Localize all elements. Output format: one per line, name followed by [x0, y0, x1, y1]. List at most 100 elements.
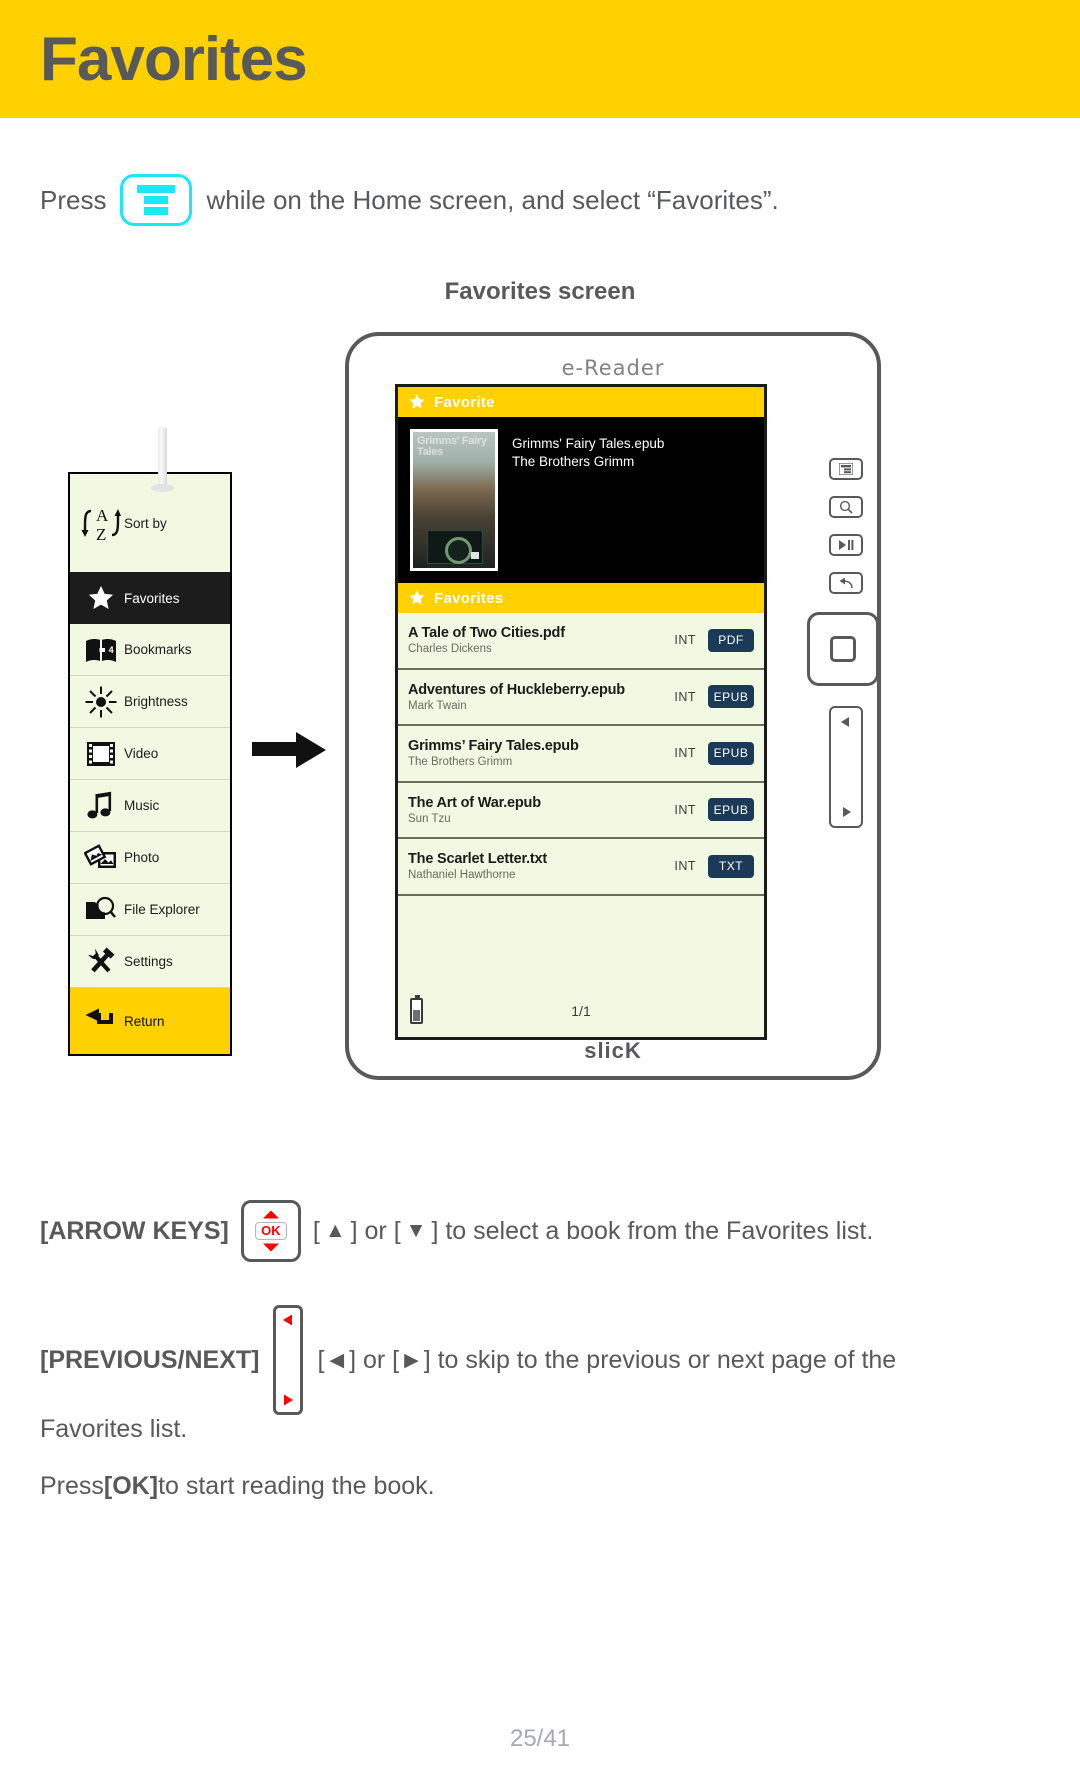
ok-key-label: OK	[255, 1222, 287, 1240]
sidebar-item-label: Bookmarks	[124, 642, 192, 657]
intro-text-before: Press	[40, 184, 107, 215]
format-badge: EPUB	[708, 798, 754, 822]
menu-key-bar-1	[137, 185, 176, 193]
book-title: Adventures of Huckleberry.epub	[408, 681, 625, 698]
ok-instruction: Press [OK] to start reading the book.	[40, 1472, 435, 1501]
sidebar-item-label: Settings	[124, 954, 173, 969]
sidebar-item-file-explorer[interactable]: File Explorer	[70, 884, 230, 936]
menu-key-icon	[120, 174, 193, 226]
format-badge: TXT	[708, 854, 754, 878]
table-row[interactable]: The Scarlet Letter.txt Nathaniel Hawthor…	[398, 839, 764, 896]
sidebar-item-label: Favorites	[124, 590, 180, 606]
format-badge: EPUB	[708, 685, 754, 709]
sidebar-item-label: Video	[124, 746, 159, 761]
book-author: The Brothers Grimm	[408, 756, 513, 769]
svg-text:A: A	[96, 506, 109, 525]
sidebar-item-video[interactable]: Video	[70, 728, 230, 780]
prev-next-instruction: [PREVIOUS/NEXT] [ ◀ ] or [ ▶ ] to skip t…	[40, 1305, 1050, 1444]
ok-instruction-after: to start reading the book.	[158, 1472, 435, 1500]
arrow-keys-text-2: ] or [	[350, 1216, 401, 1245]
book-title: The Art of War.epub	[408, 794, 541, 811]
menu-key-bar-3	[144, 207, 169, 215]
arrow-keys-text-1: [	[312, 1216, 320, 1245]
sidebar-item-brightness[interactable]: Brightness	[70, 676, 230, 728]
return-arrow-icon	[78, 1008, 124, 1034]
arrow-keys-instruction: [ARROW KEYS] OK [ ▲ ] or [ ▼ ] to select…	[40, 1200, 1040, 1262]
favorites-screen-caption: Favorites screen	[444, 278, 636, 305]
book-location: INT	[674, 859, 696, 874]
device-play-pause-button[interactable]	[829, 534, 863, 556]
flow-arrow-icon	[252, 728, 326, 777]
book-info: Grimms’ Fairy Tales.epub The Brothers Gr…	[408, 738, 674, 768]
up-arrow-glyph-icon: ▲	[324, 1219, 346, 1242]
sidebar-item-music[interactable]: Music	[70, 780, 230, 832]
sidebar-item-label: Music	[124, 798, 160, 813]
device-zoom-button[interactable]	[829, 496, 863, 518]
prev-next-text-1: [	[317, 1345, 325, 1374]
book-info: Adventures of Huckleberry.epub Mark Twai…	[408, 682, 674, 712]
book-info: The Art of War.epub Sun Tzu	[408, 795, 674, 825]
next-triangle-red-icon	[284, 1394, 294, 1406]
prev-next-text-2: ] or [	[349, 1345, 400, 1374]
device-prev-next-button[interactable]	[829, 706, 863, 828]
prev-arrow-glyph-icon: ◀	[329, 1349, 345, 1371]
page-footer: 25/41	[509, 1725, 571, 1752]
star-icon	[409, 394, 425, 409]
table-row[interactable]: A Tale of Two Cities.pdf Charles Dickens…	[398, 613, 764, 670]
book-cover: Grimms' Fairy Tales	[410, 429, 498, 571]
book-title: A Tale of Two Cities.pdf	[408, 625, 565, 642]
sidebar-item-label: Photo	[124, 850, 160, 865]
device-back-button[interactable]	[829, 572, 863, 594]
prev-next-text-4: Favorites list.	[40, 1415, 188, 1443]
screen-favorite-bar: Favorite	[398, 387, 764, 417]
table-row[interactable]: Adventures of Huckleberry.epub Mark Twai…	[398, 670, 764, 726]
down-arrow-red-icon	[262, 1243, 279, 1252]
ok-key-icon: OK	[240, 1200, 301, 1262]
star-icon	[78, 584, 124, 613]
menu-key-bar-2	[144, 196, 169, 204]
book-info: The Scarlet Letter.txt Nathaniel Hawthor…	[408, 851, 674, 881]
screen-favorites-bar-label: Favorites	[434, 589, 504, 607]
book-location: INT	[674, 633, 696, 648]
device-menu-button[interactable]	[829, 458, 863, 480]
preview-title: Grimms' Fairy Tales.epub	[512, 436, 665, 451]
book-title: The Scarlet Letter.txt	[408, 851, 548, 868]
sort-az-icon: A Z	[78, 502, 124, 544]
device-home-button[interactable]	[807, 612, 879, 686]
sidebar-item-settings[interactable]: Settings	[70, 936, 230, 988]
sidebar-item-sort-by[interactable]: A Z Sort by	[70, 474, 230, 572]
book-author: Nathaniel Hawthorne	[408, 869, 516, 882]
device-brand-bottom: slicK	[584, 1038, 642, 1063]
book-location: INT	[674, 746, 696, 761]
prev-next-text-3: ] to skip to the previous or next page o…	[423, 1345, 897, 1374]
intro-text-after: while on the Home screen, and select “Fa…	[206, 184, 779, 215]
sidebar-item-photo[interactable]: Photo	[70, 832, 230, 884]
sidebar-item-label: Return	[124, 1013, 165, 1029]
format-badge: PDF	[708, 628, 754, 652]
next-arrow-glyph-icon: ▶	[404, 1349, 419, 1371]
table-row[interactable]: Grimms’ Fairy Tales.epub The Brothers Gr…	[398, 726, 764, 783]
music-note-icon	[78, 791, 124, 821]
film-icon	[78, 740, 124, 768]
sidebar-item-bookmarks[interactable]: 4 4 Bookmarks	[70, 624, 230, 676]
arrow-keys-text-3: ] to select a book from the Favorites li…	[431, 1216, 874, 1245]
page-title: Favorites	[40, 24, 308, 94]
sidebar-callout: A Z Sort by Favorites 4 Bookmarks Bright…	[68, 427, 232, 1056]
screen-favorite-bar-label: Favorite	[434, 393, 495, 411]
menu-sidebar: A Z Sort by Favorites 4 Bookmarks Bright…	[68, 472, 232, 1056]
svg-text:Z: Z	[96, 525, 106, 544]
device-brand-top: e-Reader	[561, 356, 665, 380]
sidebar-item-return[interactable]: Return	[70, 988, 230, 1054]
prev-next-key-icon	[273, 1305, 304, 1415]
pointer-stick-icon	[151, 427, 174, 492]
star-icon	[409, 590, 425, 605]
prev-next-label: [PREVIOUS/NEXT]	[40, 1345, 260, 1374]
down-arrow-glyph-icon: ▼	[405, 1219, 427, 1242]
bookmark-book-icon: 4 4	[78, 637, 124, 663]
sidebar-item-favorites[interactable]: Favorites	[70, 572, 230, 624]
book-location: INT	[674, 802, 696, 817]
tools-icon	[78, 946, 124, 978]
page-header: Favorites	[0, 0, 1080, 118]
sun-icon	[78, 686, 124, 718]
table-row[interactable]: The Art of War.epub Sun Tzu INT EPUB	[398, 783, 764, 839]
